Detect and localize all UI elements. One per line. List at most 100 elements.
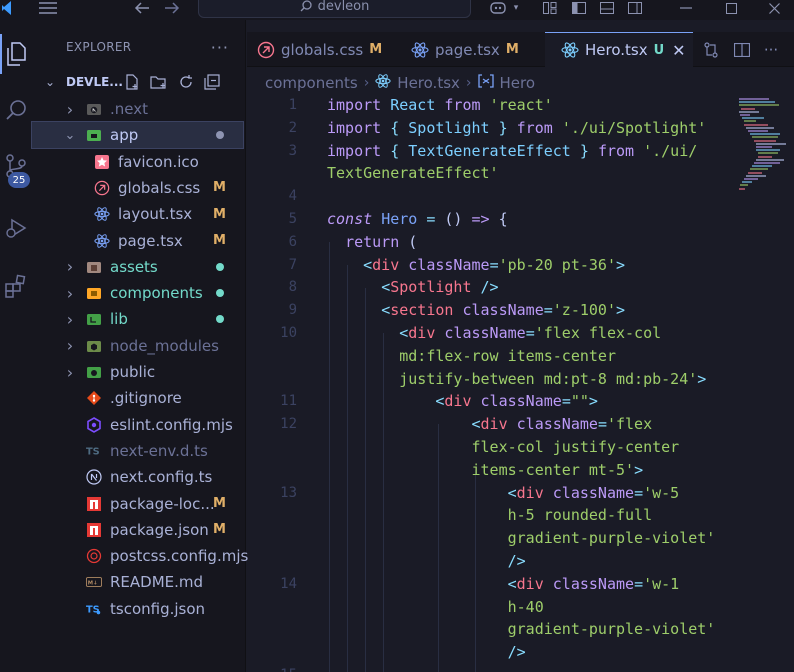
run-debug-icon[interactable] <box>0 208 32 248</box>
refresh-icon[interactable] <box>178 74 194 90</box>
minimap-line <box>739 98 769 100</box>
file-item-globals-css[interactable]: globals.css M <box>32 175 243 201</box>
svg-text:M↓: M↓ <box>88 581 98 587</box>
folder-item-assets[interactable]: › assets <box>32 254 243 280</box>
code-line-13: <div className='w-5 <box>507 484 680 502</box>
menu-icon[interactable] <box>38 0 58 16</box>
minimap-line <box>748 171 762 174</box>
breadcrumb-folder[interactable]: components <box>265 74 358 92</box>
toggle-primary-sidebar-icon[interactable] <box>570 0 588 16</box>
explorer-icon[interactable] <box>0 34 32 74</box>
code-line-13-wrap-1: h-5 rounded-full <box>507 506 653 524</box>
collapse-all-icon[interactable] <box>204 74 220 90</box>
folder-item-components[interactable]: › components <box>32 280 243 306</box>
forward-arrow-icon[interactable] <box>162 0 182 16</box>
search-icon[interactable] <box>0 90 32 130</box>
favicon-file-icon <box>94 154 110 170</box>
modified-badge: M <box>213 522 226 538</box>
file-name: layout.tsx <box>118 205 193 224</box>
toggle-panel-icon[interactable] <box>598 0 616 16</box>
lib-folder-icon <box>86 311 102 327</box>
vscode-logo-icon <box>0 0 14 16</box>
file-item-page-tsx[interactable]: page.tsx M <box>32 228 243 254</box>
code-line-10: <div className='flex flex-col <box>399 324 662 342</box>
minimap-line <box>740 114 750 116</box>
new-file-icon[interactable] <box>124 74 140 90</box>
minimap-line <box>754 139 776 142</box>
line-number: 3 <box>288 143 297 159</box>
file-item-package-loc[interactable]: package-loc... M <box>32 491 243 517</box>
minimap-line <box>758 152 778 155</box>
close-window-icon[interactable] <box>764 0 784 16</box>
close-tab-icon[interactable]: ✕ <box>672 41 685 60</box>
file-name: package.json <box>110 520 209 539</box>
tab-label: Hero.tsx <box>585 41 648 59</box>
extensions-icon[interactable] <box>0 266 32 306</box>
minimap-line <box>756 149 780 152</box>
search-text: devleon <box>317 0 370 14</box>
workspace-section-header[interactable]: ⌄ DEVLE... <box>32 70 246 94</box>
minimap-line <box>752 165 772 168</box>
chevron-right-icon: › <box>66 283 74 303</box>
file-item-layout-tsx[interactable]: layout.tsx M <box>32 201 243 227</box>
breadcrumb-file[interactable]: Hero.tsx <box>397 74 460 92</box>
file-item-next-env-d-ts[interactable]: TS next-env.d.ts <box>32 438 243 464</box>
folder-item-app[interactable]: ⌄ app <box>31 121 244 150</box>
tab-globals-css[interactable]: globals.css M <box>247 32 397 67</box>
minimap-line <box>756 158 784 161</box>
layout-customize-icon[interactable] <box>541 0 559 16</box>
file-item-next-config-ts[interactable]: next.config.ts <box>32 464 243 490</box>
breadcrumb-separator-icon: › <box>465 75 472 91</box>
node-modules-folder-icon <box>86 338 102 354</box>
back-arrow-icon[interactable] <box>132 0 152 16</box>
file-item-package-json[interactable]: package.json M <box>32 517 243 543</box>
file-item-eslint-config-mjs[interactable]: eslint.config.mjs <box>32 412 243 438</box>
file-item-tsconfig-json[interactable]: TS tsconfig.json <box>32 596 243 622</box>
minimize-icon[interactable] <box>676 0 696 16</box>
line-number: 6 <box>288 234 297 250</box>
file-name: next-env.d.ts <box>110 441 208 460</box>
maximize-icon[interactable] <box>721 0 741 16</box>
file-item-favicon-ico[interactable]: favicon.ico <box>32 149 243 175</box>
minimap-line <box>741 107 755 110</box>
source-control-badge: 25 <box>8 172 30 188</box>
minimap-line <box>739 101 775 104</box>
folder-item-public[interactable]: › public <box>32 359 243 385</box>
line-number: 14 <box>280 576 297 592</box>
code-line-13-wrap-2: gradient-purple-violet' <box>507 529 716 547</box>
folder-item-lib[interactable]: › lib <box>32 306 243 332</box>
chevron-down-icon[interactable]: ▾ <box>510 0 522 16</box>
copilot-icon[interactable] <box>486 0 510 16</box>
folder-item-node-modules[interactable]: › node_modules <box>32 333 243 359</box>
line-number: 5 <box>288 211 297 227</box>
line-number: 10 <box>280 325 297 341</box>
file-item-postcss-config-mjs[interactable]: postcss.config.mjs <box>32 543 248 569</box>
more-actions-icon[interactable]: ··· <box>761 40 781 60</box>
status-dot <box>216 262 224 271</box>
react-file-icon <box>94 233 110 249</box>
code-editor[interactable]: import React from 'react' import { Spotl… <box>327 94 737 672</box>
file-item-gitignore[interactable]: .gitignore <box>32 385 243 411</box>
code-line-14-wrap-3: /> <box>507 643 526 661</box>
folder-item-next[interactable]: › .next <box>32 96 243 122</box>
breadcrumb-symbol[interactable]: Hero <box>500 74 536 92</box>
editor-tabs: globals.css M page.tsx M Hero.tsx U ✕ ··… <box>247 32 794 67</box>
explorer-header: EXPLORER ··· <box>32 20 245 74</box>
new-folder-icon[interactable] <box>150 74 168 90</box>
line-number: 1 <box>288 97 297 113</box>
command-center-search[interactable]: devleon <box>198 0 471 18</box>
minimap-line <box>744 178 758 180</box>
tab-hero-tsx[interactable]: Hero.tsx U ✕ <box>545 32 693 67</box>
split-editor-icon[interactable] <box>732 40 752 60</box>
code-line-9: <section className='z-100'> <box>381 301 626 319</box>
minimap[interactable] <box>737 94 794 672</box>
more-actions-icon[interactable]: ··· <box>211 38 229 57</box>
file-item-readme-md[interactable]: M↓ README.md <box>32 569 243 595</box>
compare-changes-icon[interactable] <box>701 40 721 60</box>
tab-page-tsx[interactable]: page.tsx M <box>397 32 545 67</box>
file-name: public <box>110 363 156 381</box>
toggle-secondary-sidebar-icon[interactable] <box>626 0 644 16</box>
file-name: app <box>110 126 139 145</box>
tab-untracked-badge: U <box>653 42 665 58</box>
search-icon <box>300 0 312 12</box>
